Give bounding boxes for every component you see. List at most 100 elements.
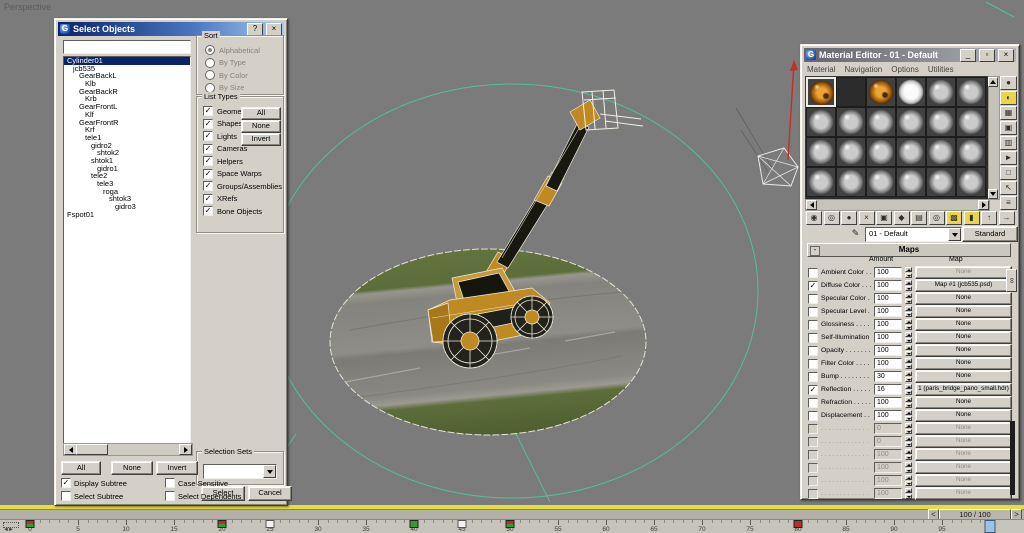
go-forward-to-sibling-icon[interactable]: → xyxy=(999,211,1015,225)
spinner-down-icon[interactable] xyxy=(905,286,912,291)
map-checkbox[interactable] xyxy=(808,346,818,356)
material-slot-gray[interactable] xyxy=(926,137,956,167)
scroll-down-icon[interactable] xyxy=(988,189,998,199)
cancel-button[interactable]: Cancel xyxy=(248,486,292,501)
all-button[interactable]: All xyxy=(61,461,101,475)
spinner-down-icon[interactable] xyxy=(905,377,912,382)
restore-button[interactable]: ▫ xyxy=(979,49,995,62)
map-amount-field[interactable]: 100 xyxy=(874,319,902,330)
amount-spinner[interactable] xyxy=(905,319,912,330)
spinner-up-icon[interactable] xyxy=(905,319,912,324)
pattern-background-icon[interactable]: ▦ xyxy=(1000,106,1017,120)
keyframe-marker-redgreen[interactable] xyxy=(506,520,515,528)
map-button[interactable]: None xyxy=(915,370,1012,383)
keyframe-marker-redgreen[interactable] xyxy=(218,520,227,528)
object-name-input[interactable] xyxy=(63,40,191,54)
object-list-item[interactable]: Fspot01 xyxy=(64,211,190,219)
object-list-item[interactable]: GearFrontL xyxy=(64,103,190,111)
amount-spinner[interactable] xyxy=(905,397,912,408)
material-editor-options-icon[interactable]: □ xyxy=(1000,166,1017,180)
spinner-down-icon[interactable] xyxy=(905,338,912,343)
material-slot-gray[interactable] xyxy=(956,167,986,197)
sample-type-sphere-icon[interactable]: ● xyxy=(1000,76,1017,90)
checkbox-select-subtree[interactable]: Select Subtree xyxy=(61,491,123,501)
close-button[interactable]: × xyxy=(998,49,1014,62)
help-button[interactable]: ? xyxy=(247,23,263,36)
minimize-button[interactable]: _ xyxy=(960,49,976,62)
object-list-item[interactable]: GearBackR xyxy=(64,88,190,96)
show-map-in-viewport-icon[interactable]: ▩ xyxy=(946,211,962,225)
map-button[interactable]: None xyxy=(915,331,1012,344)
make-material-copy-icon[interactable]: ▣ xyxy=(876,211,892,225)
map-amount-field[interactable]: 16 xyxy=(874,384,902,395)
material-slot-gray[interactable] xyxy=(806,137,836,167)
keyframe-marker-red[interactable] xyxy=(794,520,803,528)
slots-hscrollbar[interactable] xyxy=(805,199,990,211)
material-slot-texture[interactable] xyxy=(866,77,896,107)
material-slot-gray[interactable] xyxy=(896,137,926,167)
list-type-helpers[interactable]: ✓Helpers xyxy=(203,155,281,168)
list-type-bone-objects[interactable]: ✓Bone Objects xyxy=(203,205,281,218)
material-slot-white[interactable] xyxy=(896,77,926,107)
spinner-down-icon[interactable] xyxy=(905,403,912,408)
checkbox-case-sensitive[interactable]: Case Sensitive xyxy=(165,478,228,488)
map-button[interactable]: None xyxy=(915,344,1012,357)
spinner-up-icon[interactable] xyxy=(905,280,912,285)
material-slot-beige[interactable] xyxy=(836,77,866,107)
map-button[interactable]: None xyxy=(915,357,1012,370)
map-amount-field[interactable]: 100 xyxy=(874,358,902,369)
sort-option-alphabetical[interactable]: Alphabetical xyxy=(205,44,281,57)
map-button[interactable]: Map #1 (jcb535.psd) xyxy=(915,279,1012,292)
object-list-item[interactable]: tele2 xyxy=(64,172,190,180)
sample-uv-tiling-icon[interactable]: ▣ xyxy=(1000,121,1017,135)
material-slot-gray[interactable] xyxy=(866,137,896,167)
spinner-up-icon[interactable] xyxy=(905,397,912,402)
material-slot-gray[interactable] xyxy=(896,107,926,137)
list-type-xrefs[interactable]: ✓XRefs xyxy=(203,193,281,206)
keyframe-marker-white[interactable] xyxy=(458,520,467,528)
make-unique-icon[interactable]: ◆ xyxy=(894,211,910,225)
spinner-down-icon[interactable] xyxy=(905,273,912,278)
slots-vscrollbar[interactable] xyxy=(988,76,1000,200)
open-mini-curve-editor-icon[interactable]: ◄► xyxy=(3,522,19,532)
material-slot-gray[interactable] xyxy=(806,107,836,137)
map-checkbox[interactable] xyxy=(808,333,818,343)
assign-material-to-selection-icon[interactable]: ● xyxy=(841,211,857,225)
object-list-item[interactable]: GearFrontR xyxy=(64,119,190,127)
keyframe-marker-redgreen[interactable] xyxy=(26,520,35,528)
chevron-down-icon[interactable] xyxy=(263,465,276,478)
maps-rollout-header[interactable]: - Maps xyxy=(807,243,1011,257)
spinner-up-icon[interactable] xyxy=(905,306,912,311)
list-types-all-button[interactable]: All xyxy=(241,107,281,120)
material-type-button[interactable]: Standard xyxy=(962,226,1018,242)
pick-material-eyedropper-icon[interactable]: ✎ xyxy=(849,227,862,240)
material-name-dropdown[interactable]: 01 - Default xyxy=(865,227,962,242)
track-bar[interactable]: ◄► 0510152025303540455055606570758085909… xyxy=(0,519,1024,533)
put-to-library-icon[interactable]: ▤ xyxy=(911,211,927,225)
amount-spinner[interactable] xyxy=(905,280,912,291)
reset-map-to-default-icon[interactable]: × xyxy=(859,211,875,225)
menu-navigation[interactable]: Navigation xyxy=(844,65,882,74)
object-list-hscrollbar[interactable] xyxy=(63,443,193,456)
spinner-down-icon[interactable] xyxy=(905,364,912,369)
map-button[interactable]: None xyxy=(915,396,1012,409)
amount-spinner[interactable] xyxy=(905,332,912,343)
viewport-label[interactable]: Perspective xyxy=(4,2,51,12)
amount-spinner[interactable] xyxy=(905,358,912,369)
amount-spinner[interactable] xyxy=(905,371,912,382)
material-slot-gray[interactable] xyxy=(866,167,896,197)
put-material-to-scene-icon[interactable]: ◎ xyxy=(824,211,840,225)
map-amount-field[interactable]: 100 xyxy=(874,332,902,343)
material-map-navigator-icon[interactable]: ≡ xyxy=(1000,196,1017,210)
object-list-item[interactable]: Krf xyxy=(64,126,190,134)
collapse-icon[interactable]: - xyxy=(810,246,820,256)
keyframe-marker-white[interactable] xyxy=(266,520,275,528)
material-slot-gray[interactable] xyxy=(926,77,956,107)
map-checkbox[interactable]: ✓ xyxy=(808,385,818,395)
object-list-item[interactable]: shtok2 xyxy=(64,149,190,157)
spinner-up-icon[interactable] xyxy=(905,358,912,363)
select-objects-title-bar[interactable]: G Select Objects ? × xyxy=(58,22,284,36)
spinner-down-icon[interactable] xyxy=(905,299,912,304)
map-checkbox[interactable] xyxy=(808,359,818,369)
time-slider-caret[interactable] xyxy=(985,520,996,533)
